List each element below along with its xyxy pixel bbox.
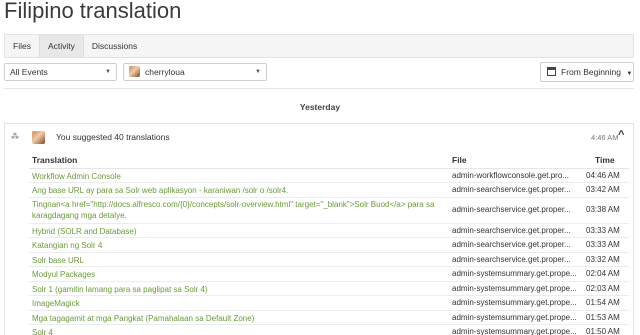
user-select[interactable]: cherryloua ▼ <box>123 63 267 81</box>
file-cell: admin-systemsummary.get.prope... <box>452 313 577 322</box>
time-cell: 02:03 AM <box>586 284 620 293</box>
time-cell: 03:32 AM <box>586 255 620 264</box>
tab-discussions[interactable]: Discussions <box>84 35 145 57</box>
calendar-icon <box>547 67 556 77</box>
table-row: Katangian ng Solr 4 admin-searchservice.… <box>29 238 629 253</box>
translation-link[interactable]: Modyul Packages <box>32 269 442 280</box>
file-cell: admin-workflowconsole.get.pro... <box>452 171 569 180</box>
collapse-icon[interactable]: ^ <box>618 129 624 141</box>
activity-card-header[interactable]: ⁂ You suggested 40 translations 4:46 AM … <box>5 124 633 150</box>
tab-files[interactable]: Files <box>5 35 39 57</box>
column-header-file: File <box>452 155 467 165</box>
caret-down-icon: ▼ <box>626 71 633 77</box>
file-cell: admin-searchservice.get.proper... <box>452 240 571 249</box>
file-cell: admin-systemsummary.get.prope... <box>452 269 577 278</box>
file-cell: admin-searchservice.get.proper... <box>452 205 571 214</box>
people-icon: ⁂ <box>11 132 19 141</box>
divider <box>4 88 634 89</box>
translation-link[interactable]: Workflow Admin Console <box>32 171 442 182</box>
translation-link[interactable]: Mga tagagamit at mga Pangkat (Pamahalaan… <box>32 313 442 324</box>
file-cell: admin-systemsummary.get.prope... <box>452 298 577 307</box>
chevron-down-icon: ▼ <box>255 69 261 75</box>
table-row: Tingnan<a href="http://docs.alfresco.com… <box>29 198 629 224</box>
tab-bar: Files Activity Discussions <box>4 34 634 58</box>
file-cell: admin-searchservice.get.proper... <box>452 255 571 264</box>
column-header-time: Time <box>595 155 615 165</box>
table-row: Hybrid (SOLR and Database) admin-searchs… <box>29 224 629 238</box>
order-button-label: From Beginning <box>561 67 622 77</box>
table-row: ImageMagick admin-systemsummary.get.prop… <box>29 296 629 311</box>
table-row: Workflow Admin Console admin-workflowcon… <box>29 169 629 183</box>
file-cell: admin-searchservice.get.proper... <box>452 226 571 235</box>
chevron-down-icon: ▼ <box>105 69 111 75</box>
table-row: Modyul Packages admin-systemsummary.get.… <box>29 267 629 282</box>
translation-link[interactable]: Solr 4 <box>32 327 442 335</box>
time-cell: 01:54 AM <box>586 298 620 307</box>
time-cell: 01:50 AM <box>586 327 620 335</box>
column-header-translation: Translation <box>32 155 78 165</box>
tab-activity[interactable]: Activity <box>38 35 84 57</box>
translation-link[interactable]: Katangian ng Solr 4 <box>32 240 442 251</box>
file-cell: admin-searchservice.get.proper... <box>452 185 571 194</box>
time-cell: 03:33 AM <box>586 226 620 235</box>
events-select[interactable]: All Events ▼ <box>4 63 117 81</box>
order-button[interactable]: From Beginning ▼ <box>540 62 634 82</box>
table-row: Solr 4 admin-systemsummary.get.prope... … <box>29 325 629 335</box>
translation-link[interactable]: Tingnan<a href="http://docs.alfresco.com… <box>32 199 442 221</box>
file-cell: admin-systemsummary.get.prope... <box>452 284 577 293</box>
translation-link[interactable]: ImageMagick <box>32 298 442 309</box>
page-title: Filipino translation <box>4 0 182 23</box>
table-row: Solr base URL admin-searchservice.get.pr… <box>29 253 629 267</box>
table-row: Solr 1 (gamitin lamang para sa paglipat … <box>29 282 629 296</box>
user-select-value: cherryloua <box>145 67 185 77</box>
time-cell: 03:38 AM <box>586 205 620 214</box>
file-cell: admin-systemsummary.get.prope... <box>452 327 577 335</box>
time-cell: 03:42 AM <box>586 185 620 194</box>
activity-summary: You suggested 40 translations <box>56 132 170 142</box>
translation-link[interactable]: Solr 1 (gamitin lamang para sa paglipat … <box>32 284 442 295</box>
table-row: Ang base URL ay para sa Solr web aplikas… <box>29 183 629 198</box>
day-label: Yesterday <box>299 102 341 112</box>
time-cell: 04:46 AM <box>586 171 620 180</box>
table-row: Mga tagagamit at mga Pangkat (Pamahalaan… <box>29 311 629 325</box>
time-cell: 01:53 AM <box>586 313 620 322</box>
time-cell: 03:33 AM <box>586 240 620 249</box>
events-select-value: All Events <box>10 67 48 77</box>
translation-link[interactable]: Solr base URL <box>32 255 442 266</box>
avatar <box>32 131 45 144</box>
translation-link[interactable]: Hybrid (SOLR and Database) <box>32 226 442 237</box>
time-cell: 02:04 AM <box>586 269 620 278</box>
activity-card: ⁂ You suggested 40 translations 4:46 AM … <box>4 123 634 335</box>
avatar <box>129 66 140 78</box>
translation-link[interactable]: Ang base URL ay para sa Solr web aplikas… <box>32 185 442 196</box>
activity-time: 4:46 AM <box>591 133 619 142</box>
